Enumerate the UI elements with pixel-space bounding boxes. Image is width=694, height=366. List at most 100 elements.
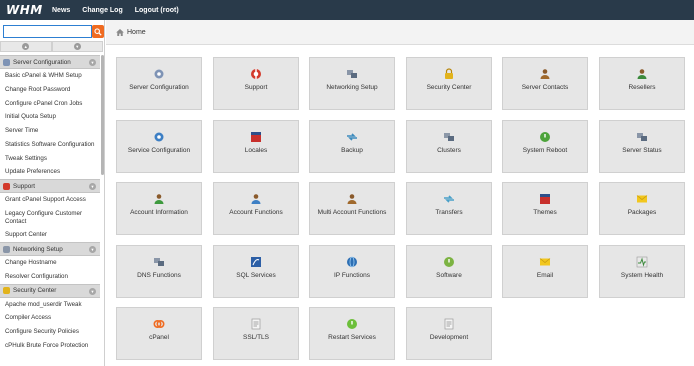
search-icon (94, 27, 102, 36)
tile-label: cPanel (149, 334, 169, 341)
transfer-icon (443, 193, 455, 205)
tile-clusters[interactable]: Clusters (406, 120, 492, 173)
chevron-down-icon[interactable]: ▼ (89, 246, 96, 253)
tile-label: Networking Setup (326, 84, 378, 91)
tile-label: Account Functions (229, 209, 283, 216)
tile-account-information[interactable]: Account Information (116, 182, 202, 235)
package-icon (636, 193, 648, 205)
tile-service-configuration[interactable]: Service Configuration (116, 120, 202, 173)
tile-label: System Reboot (522, 147, 568, 154)
sidebar-group-label: Networking Setup (13, 245, 63, 253)
tile-label: Server Configuration (129, 84, 189, 91)
chevron-down-icon[interactable]: ▼ (89, 183, 96, 190)
nav-link-news[interactable]: News (52, 7, 70, 14)
scroll-down-button[interactable]: ▼ (51, 41, 103, 52)
sidebar-group[interactable]: Networking Setup ▼ (0, 242, 100, 256)
top-bar: WHM News Change Log Logout (root) (0, 0, 694, 20)
sidebar-item[interactable]: Apache mod_userdir Tweak (0, 298, 100, 312)
tile-backup[interactable]: Backup (309, 120, 395, 173)
certificate-icon (250, 318, 262, 330)
sidebar-group-label: Server Configuration (13, 58, 71, 66)
tile-development[interactable]: Development (406, 307, 492, 360)
breadcrumb-home[interactable]: Home (127, 29, 146, 36)
tile-cpanel[interactable]: cPanel (116, 307, 202, 360)
sidebar-item[interactable]: Configure cPanel Cron Jobs (0, 97, 100, 111)
tile-email[interactable]: Email (502, 245, 588, 298)
tile-system-health[interactable]: System Health (599, 245, 685, 298)
sql-icon (250, 256, 262, 268)
sidebar-item[interactable]: Change Hostname (0, 256, 100, 270)
tile-ip-functions[interactable]: IP Functions (309, 245, 395, 298)
tile-label: Restart Services (328, 334, 376, 341)
development-icon (443, 318, 455, 330)
sidebar-group[interactable]: Server Configuration ▼ (0, 55, 100, 69)
tile-label: Transfers (435, 209, 463, 216)
sidebar-item[interactable]: Basic cPanel & WHM Setup (0, 69, 100, 83)
tile-restart-services[interactable]: Restart Services (309, 307, 395, 360)
sidebar-item[interactable]: Update Preferences (0, 165, 100, 179)
lock-icon (3, 287, 10, 294)
sidebar-item[interactable]: Compiler Access (0, 311, 100, 325)
sidebar-item[interactable]: Grant cPanel Support Access (0, 193, 100, 207)
tile-software[interactable]: Software (406, 245, 492, 298)
sidebar-item[interactable]: Configure Security Policies (0, 325, 100, 339)
chevron-down-icon[interactable]: ▼ (89, 287, 96, 295)
tile-multi-account-functions[interactable]: Multi Account Functions (309, 182, 395, 235)
sidebar-item[interactable]: Initial Quota Setup (0, 110, 100, 124)
tile-server-contacts[interactable]: Server Contacts (502, 57, 588, 110)
sidebar: ▲ ▼ Server Configuration ▼ Basic cPanel & … (0, 20, 105, 366)
tile-networking-setup[interactable]: Networking Setup (309, 57, 395, 110)
tile-sql-services[interactable]: SQL Services (213, 245, 299, 298)
account-info-icon (153, 193, 165, 205)
sidebar-group[interactable]: Support ▼ (0, 179, 100, 193)
tile-label: Backup (341, 147, 363, 154)
lock-icon (443, 68, 455, 80)
sidebar-item[interactable]: cPHulk Brute Force Protection (0, 339, 100, 353)
cog-icon (153, 131, 165, 143)
sidebar-group[interactable]: Security Center ▼ (0, 283, 100, 298)
tile-transfers[interactable]: Transfers (406, 182, 492, 235)
sidebar-scrollbar[interactable] (101, 55, 104, 175)
tile-dns-functions[interactable]: DNS Functions (116, 245, 202, 298)
sidebar-item[interactable]: Support Center (0, 228, 100, 242)
tile-server-status[interactable]: Server Status (599, 120, 685, 173)
whm-logo[interactable]: WHM (6, 3, 46, 17)
tile-label: Email (536, 272, 554, 279)
theme-icon (539, 193, 551, 205)
scroll-up-button[interactable]: ▲ (0, 41, 52, 52)
tile-system-reboot[interactable]: System Reboot (502, 120, 588, 173)
software-icon (443, 256, 455, 268)
chevron-down-icon[interactable]: ▼ (89, 59, 96, 66)
tile-label: Multi Account Functions (317, 209, 387, 216)
sidebar-item[interactable]: Tweak Settings (0, 152, 100, 166)
tile-packages[interactable]: Packages (599, 182, 685, 235)
search-input[interactable] (3, 25, 92, 38)
search-button[interactable] (92, 25, 104, 38)
sidebar-item[interactable]: Resolver Configuration (0, 270, 100, 284)
tile-security-center[interactable]: Security Center (406, 57, 492, 110)
tile-ssl-tls[interactable]: SSL/TLS (213, 307, 299, 360)
tile-locales[interactable]: Locales (213, 120, 299, 173)
nav-link-change-log[interactable]: Change Log (82, 7, 122, 14)
tile-label: Server Status (622, 147, 662, 154)
globe-icon (346, 256, 358, 268)
sidebar-scroll-arrows: ▲ ▼ (0, 41, 103, 52)
tile-account-functions[interactable]: Account Functions (213, 182, 299, 235)
gear-icon (153, 68, 165, 80)
sidebar-item[interactable]: Change Root Password (0, 83, 100, 97)
chevron-up-icon: ▲ (22, 43, 30, 50)
tile-label: Development (429, 334, 469, 341)
tile-resellers[interactable]: Resellers (599, 57, 685, 110)
tile-themes[interactable]: Themes (502, 182, 588, 235)
tile-support[interactable]: Support (213, 57, 299, 110)
sidebar-item[interactable]: Legacy Configure Customer Contact (0, 207, 100, 229)
sidebar-item[interactable]: Server Time (0, 124, 100, 138)
feature-grid: Server Configuration Support Networking Se… (116, 57, 688, 366)
sidebar-search (3, 25, 104, 38)
tile-server-configuration[interactable]: Server Configuration (116, 57, 202, 110)
sidebar-item[interactable]: Statistics Software Configuration (0, 138, 100, 152)
users-icon (636, 68, 648, 80)
tile-label: Locales (244, 147, 268, 154)
flag-icon (250, 131, 262, 143)
nav-link-logout[interactable]: Logout (root) (135, 7, 179, 14)
